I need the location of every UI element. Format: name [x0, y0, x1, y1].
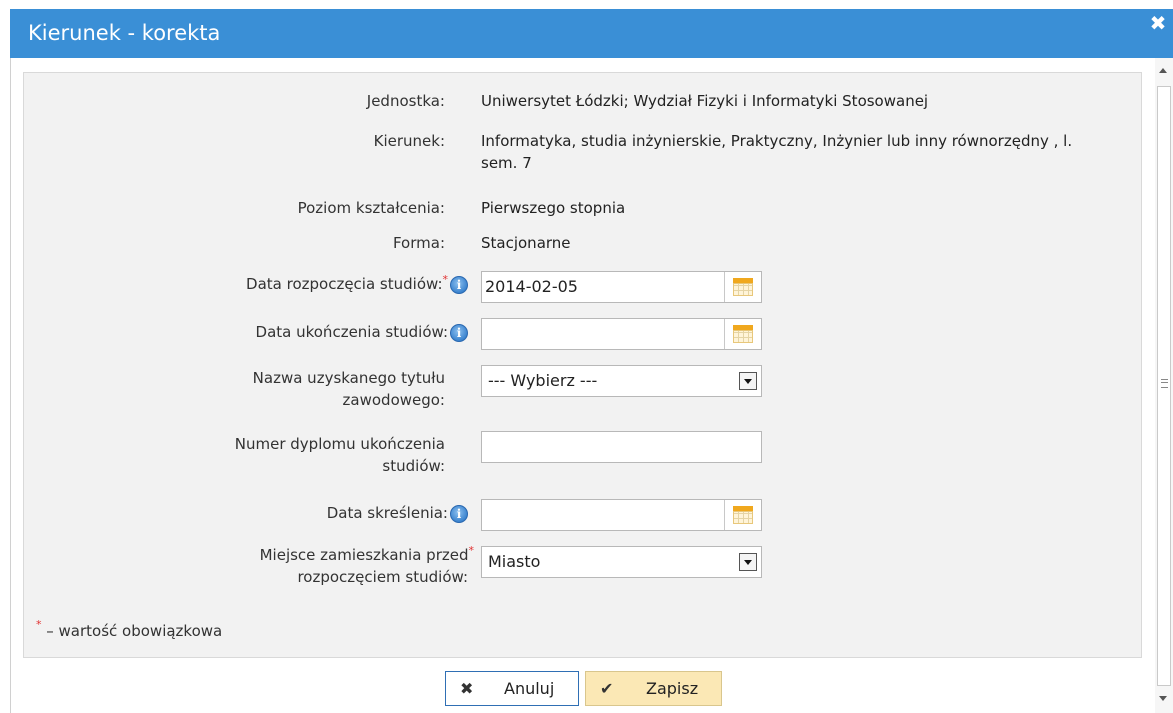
- dyplom-label-line2: studiów:: [382, 457, 445, 475]
- jednostka-label: Jednostka:: [366, 92, 445, 110]
- miejsce-select[interactable]: Miasto: [481, 546, 762, 578]
- data-rozpoczecia-label-row: Data rozpoczęcia studiów:* i: [168, 273, 468, 295]
- tytul-selected: --- Wybierz ---: [488, 371, 598, 390]
- required-footnote: * – wartość obowiązkowa: [36, 618, 223, 640]
- calendar-separator: [724, 500, 725, 530]
- dyplom-label-line1: Numer dyplomu ukończenia: [234, 435, 445, 453]
- data-rozpoczecia-label: Data rozpoczęcia studiów:: [246, 275, 443, 293]
- data-ukonczenia-label: Data ukończenia studiów:: [255, 323, 448, 341]
- footnote-text: – wartość obowiązkowa: [41, 622, 223, 640]
- calendar-icon[interactable]: [733, 325, 753, 343]
- tytul-select[interactable]: --- Wybierz ---: [481, 365, 762, 397]
- calendar-separator: [724, 272, 725, 302]
- dialog-left-border: [10, 58, 11, 713]
- info-icon[interactable]: i: [450, 323, 468, 342]
- close-icon[interactable]: ✖: [1149, 12, 1167, 34]
- scroll-thumb[interactable]: [1157, 86, 1171, 686]
- save-button[interactable]: ✔ Zapisz: [585, 671, 722, 706]
- chevron-down-icon[interactable]: [739, 553, 757, 571]
- dialog-titlebar: Kierunek - korekta: [10, 9, 1173, 58]
- dialog-title: Kierunek - korekta: [28, 21, 221, 45]
- footnote-star: *: [36, 618, 42, 631]
- miejsce-selected: Miasto: [488, 552, 541, 571]
- forma-value: Stacjonarne: [481, 234, 571, 252]
- scroll-down-arrow-icon[interactable]: [1159, 696, 1167, 701]
- dyplom-input[interactable]: [481, 431, 762, 463]
- scroll-grip-icon: [1161, 379, 1168, 388]
- poziom-value: Pierwszego stopnia: [481, 199, 626, 217]
- forma-label: Forma:: [392, 234, 445, 252]
- data-rozpoczecia-value: 2014-02-05: [485, 277, 578, 296]
- required-star: *: [442, 273, 449, 286]
- chevron-down-icon[interactable]: [739, 372, 757, 390]
- tytul-label: Nazwa uzyskanego tytułu zawodowego:: [185, 367, 445, 411]
- data-skreslenia-label: Data skreślenia:: [326, 504, 448, 522]
- tytul-label-line2: zawodowego:: [342, 391, 445, 409]
- checkmark-icon: ✔: [600, 679, 614, 698]
- jednostka-value: Uniwersytet Łódzki; Wydział Fizyki i Inf…: [481, 92, 929, 110]
- cancel-button[interactable]: ✖ Anuluj: [445, 671, 579, 706]
- cancel-button-label: Anuluj: [504, 679, 555, 698]
- data-ukonczenia-input[interactable]: [481, 318, 762, 350]
- calendar-icon[interactable]: [733, 506, 753, 524]
- miejsce-label: Miejsce zamieszkania przed* rozpoczęciem…: [174, 544, 474, 588]
- tytul-label-line1: Nazwa uzyskanego tytułu: [252, 369, 445, 387]
- miejsce-label-line1: Miejsce zamieszkania przed*: [174, 544, 474, 566]
- info-icon[interactable]: i: [450, 275, 468, 294]
- kierunek-value-line1: Informatyka, studia inżynierskie, Prakty…: [481, 132, 1073, 150]
- miejsce-label-line2: rozpoczęciem studiów:: [297, 568, 468, 586]
- kierunek-label: Kierunek:: [373, 132, 445, 150]
- save-button-label: Zapisz: [646, 679, 699, 698]
- form-panel: Jednostka: Uniwersytet Łódzki; Wydział F…: [23, 72, 1142, 658]
- calendar-icon[interactable]: [733, 278, 753, 296]
- kierunek-value: Informatyka, studia inżynierskie, Prakty…: [481, 130, 1072, 174]
- vertical-scrollbar[interactable]: [1155, 58, 1173, 713]
- kierunek-value-line2: sem. 7: [481, 154, 532, 172]
- poziom-label: Poziom kształcenia:: [297, 199, 445, 217]
- close-icon: ✖: [460, 679, 474, 698]
- data-rozpoczecia-input[interactable]: 2014-02-05: [481, 271, 762, 303]
- info-icon[interactable]: i: [450, 504, 468, 523]
- data-skreslenia-input[interactable]: [481, 499, 762, 531]
- dyplom-label: Numer dyplomu ukończenia studiów:: [185, 433, 445, 477]
- required-star: *: [468, 544, 475, 557]
- data-ukonczenia-label-row: Data ukończenia studiów: i: [168, 321, 468, 343]
- miejsce-label-line1-text: Miejsce zamieszkania przed: [259, 546, 469, 564]
- scroll-up-arrow-icon[interactable]: [1159, 68, 1167, 73]
- data-skreslenia-label-row: Data skreślenia: i: [168, 502, 468, 524]
- calendar-separator: [724, 319, 725, 349]
